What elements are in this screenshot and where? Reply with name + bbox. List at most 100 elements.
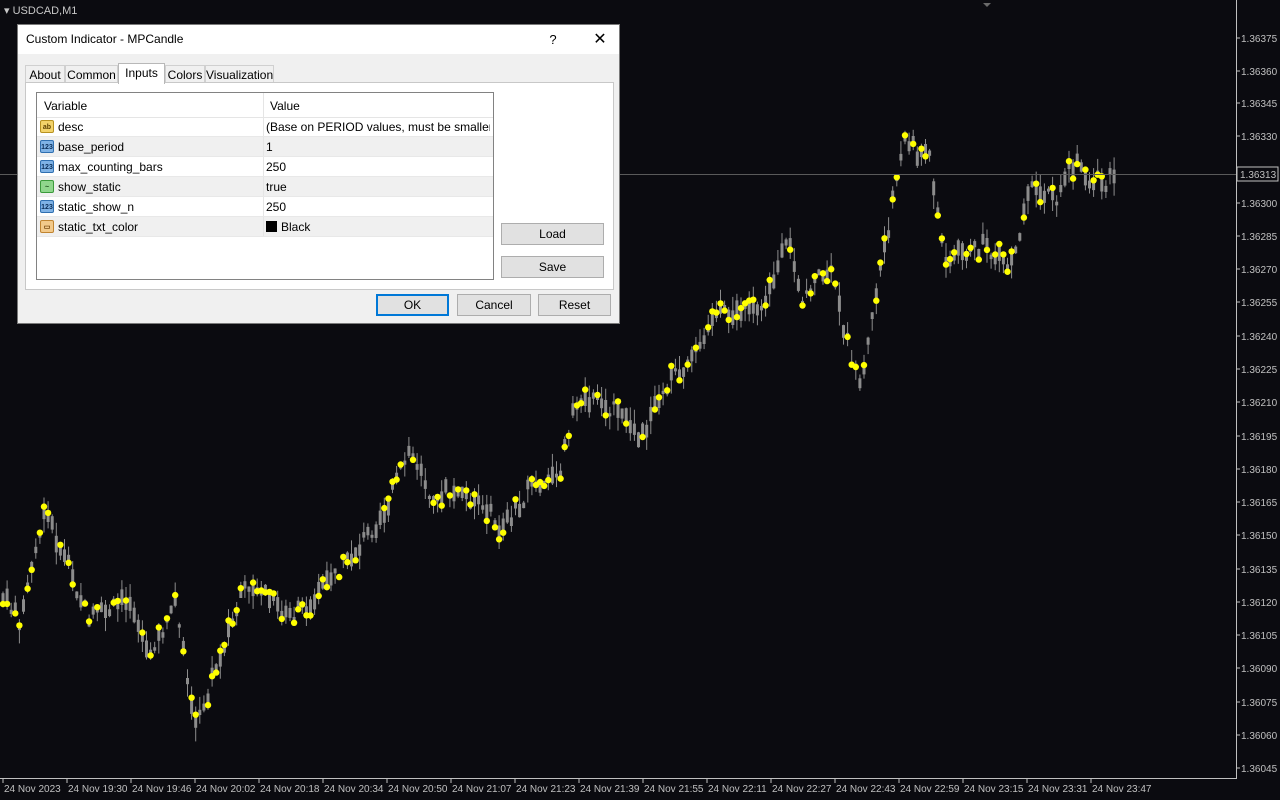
candle-body	[1047, 188, 1050, 192]
volume-marker	[811, 273, 818, 280]
volume-marker	[385, 495, 392, 502]
table-row[interactable]: ▭ static_txt_color Black	[37, 217, 493, 237]
candle-body	[50, 516, 54, 530]
tab-about[interactable]: About	[25, 65, 65, 83]
table-row[interactable]: 123 static_show_n 250	[37, 197, 493, 217]
tab-inputs[interactable]: Inputs	[118, 63, 165, 84]
tab-visualization[interactable]: Visualization	[205, 65, 274, 83]
volume-marker	[40, 503, 48, 510]
volume-marker	[24, 585, 31, 592]
row-value[interactable]: 250	[266, 160, 490, 174]
close-icon[interactable]: ✕	[581, 25, 619, 54]
ok-button[interactable]: OK	[376, 294, 449, 316]
candle-body	[378, 510, 382, 525]
candle-body	[136, 619, 140, 632]
volume-marker	[340, 553, 347, 561]
volume-marker	[860, 361, 868, 369]
volume-marker	[721, 307, 728, 314]
reset-button[interactable]: Reset	[538, 294, 611, 316]
candle-body	[104, 604, 107, 618]
table-row[interactable]: ab desc (Base on PERIOD values, must be …	[37, 117, 493, 137]
volume-marker	[237, 585, 244, 592]
volume-marker	[664, 387, 671, 394]
dialog-titlebar[interactable]: Custom Indicator - MPCandle ? ✕	[18, 25, 619, 54]
candle-body	[366, 526, 370, 536]
volume-marker	[910, 140, 917, 148]
candle-body	[370, 534, 374, 538]
candle-body	[329, 572, 333, 586]
volume-marker	[676, 377, 683, 384]
candle-body	[509, 517, 513, 526]
volume-marker	[655, 394, 663, 401]
row-value[interactable]: 250	[266, 200, 490, 214]
volume-marker	[155, 624, 162, 631]
row-value[interactable]: true	[266, 180, 490, 194]
candle-body	[247, 586, 251, 592]
price-label: 1.36090	[1241, 664, 1278, 675]
volume-marker	[217, 647, 224, 654]
candle-body	[784, 239, 788, 246]
table-row[interactable]: ~ show_static true	[37, 177, 493, 197]
time-label: 24 Nov 21:23	[516, 784, 576, 795]
candle-body	[1112, 169, 1116, 184]
candle-body	[526, 479, 530, 490]
volume-marker	[975, 256, 982, 263]
time-label: 24 Nov 21:55	[644, 784, 704, 795]
price-label: 1.36195	[1241, 432, 1278, 443]
price-label: 1.36345	[1241, 99, 1278, 110]
volume-marker	[651, 406, 659, 413]
volume-marker	[188, 694, 195, 701]
candle-body	[22, 599, 25, 612]
row-value[interactable]: (Base on PERIOD values, must be smaller …	[266, 120, 490, 134]
time-label: 24 Nov 23:15	[964, 784, 1024, 795]
candle-body	[518, 503, 522, 518]
load-button[interactable]: Load	[501, 223, 604, 245]
help-button[interactable]: ?	[538, 25, 568, 54]
tab-common[interactable]: Common	[65, 65, 118, 83]
price-label: 1.36285	[1241, 232, 1278, 243]
integer-type-icon: 123	[40, 200, 54, 213]
price-label: 1.36210	[1241, 398, 1278, 409]
cancel-button[interactable]: Cancel	[457, 294, 531, 316]
volume-marker	[873, 297, 880, 304]
volume-marker	[946, 255, 954, 263]
inputs-tab-panel: Variable Value ab desc (Base on PERIOD v…	[25, 82, 614, 290]
volume-marker	[446, 492, 454, 499]
table-row[interactable]: 123 base_period 1	[37, 137, 493, 157]
volume-marker	[463, 487, 470, 494]
volume-marker	[85, 618, 93, 625]
save-button[interactable]: Save	[501, 256, 604, 278]
candle-body	[1108, 168, 1112, 175]
row-variable: show_static	[58, 180, 121, 194]
row-variable: base_period	[58, 140, 125, 154]
volume-marker	[270, 590, 277, 597]
volume-marker	[852, 363, 859, 371]
candle-body	[645, 424, 649, 438]
volume-marker	[44, 509, 52, 517]
volume-marker	[1074, 160, 1081, 168]
volume-marker	[889, 196, 896, 203]
volume-marker	[28, 566, 35, 573]
volume-marker	[602, 412, 609, 419]
volume-marker	[249, 579, 257, 586]
table-row[interactable]: 123 max_counting_bars 250	[37, 157, 493, 177]
volume-marker	[901, 132, 909, 139]
row-value[interactable]: Black	[266, 220, 490, 234]
volume-marker	[938, 235, 946, 242]
candle-body	[981, 233, 985, 245]
price-label: 1.36360	[1241, 67, 1278, 78]
column-header-value[interactable]: Value	[270, 99, 300, 113]
volume-marker	[1082, 166, 1089, 173]
tab-colors[interactable]: Colors	[165, 65, 205, 83]
volume-marker	[639, 433, 646, 441]
row-value[interactable]: 1	[266, 140, 490, 154]
candle-body	[423, 480, 427, 489]
dropdown-triangle-icon[interactable]: ▾	[4, 5, 10, 17]
volume-marker	[12, 610, 19, 617]
volume-marker	[1037, 198, 1044, 206]
time-label: 24 Nov 23:31	[1028, 784, 1088, 795]
candle-body	[505, 509, 509, 523]
time-label: 24 Nov 20:18	[260, 784, 320, 795]
current-price-label: 1.36313	[1240, 170, 1277, 181]
column-header-variable[interactable]: Variable	[44, 99, 87, 113]
